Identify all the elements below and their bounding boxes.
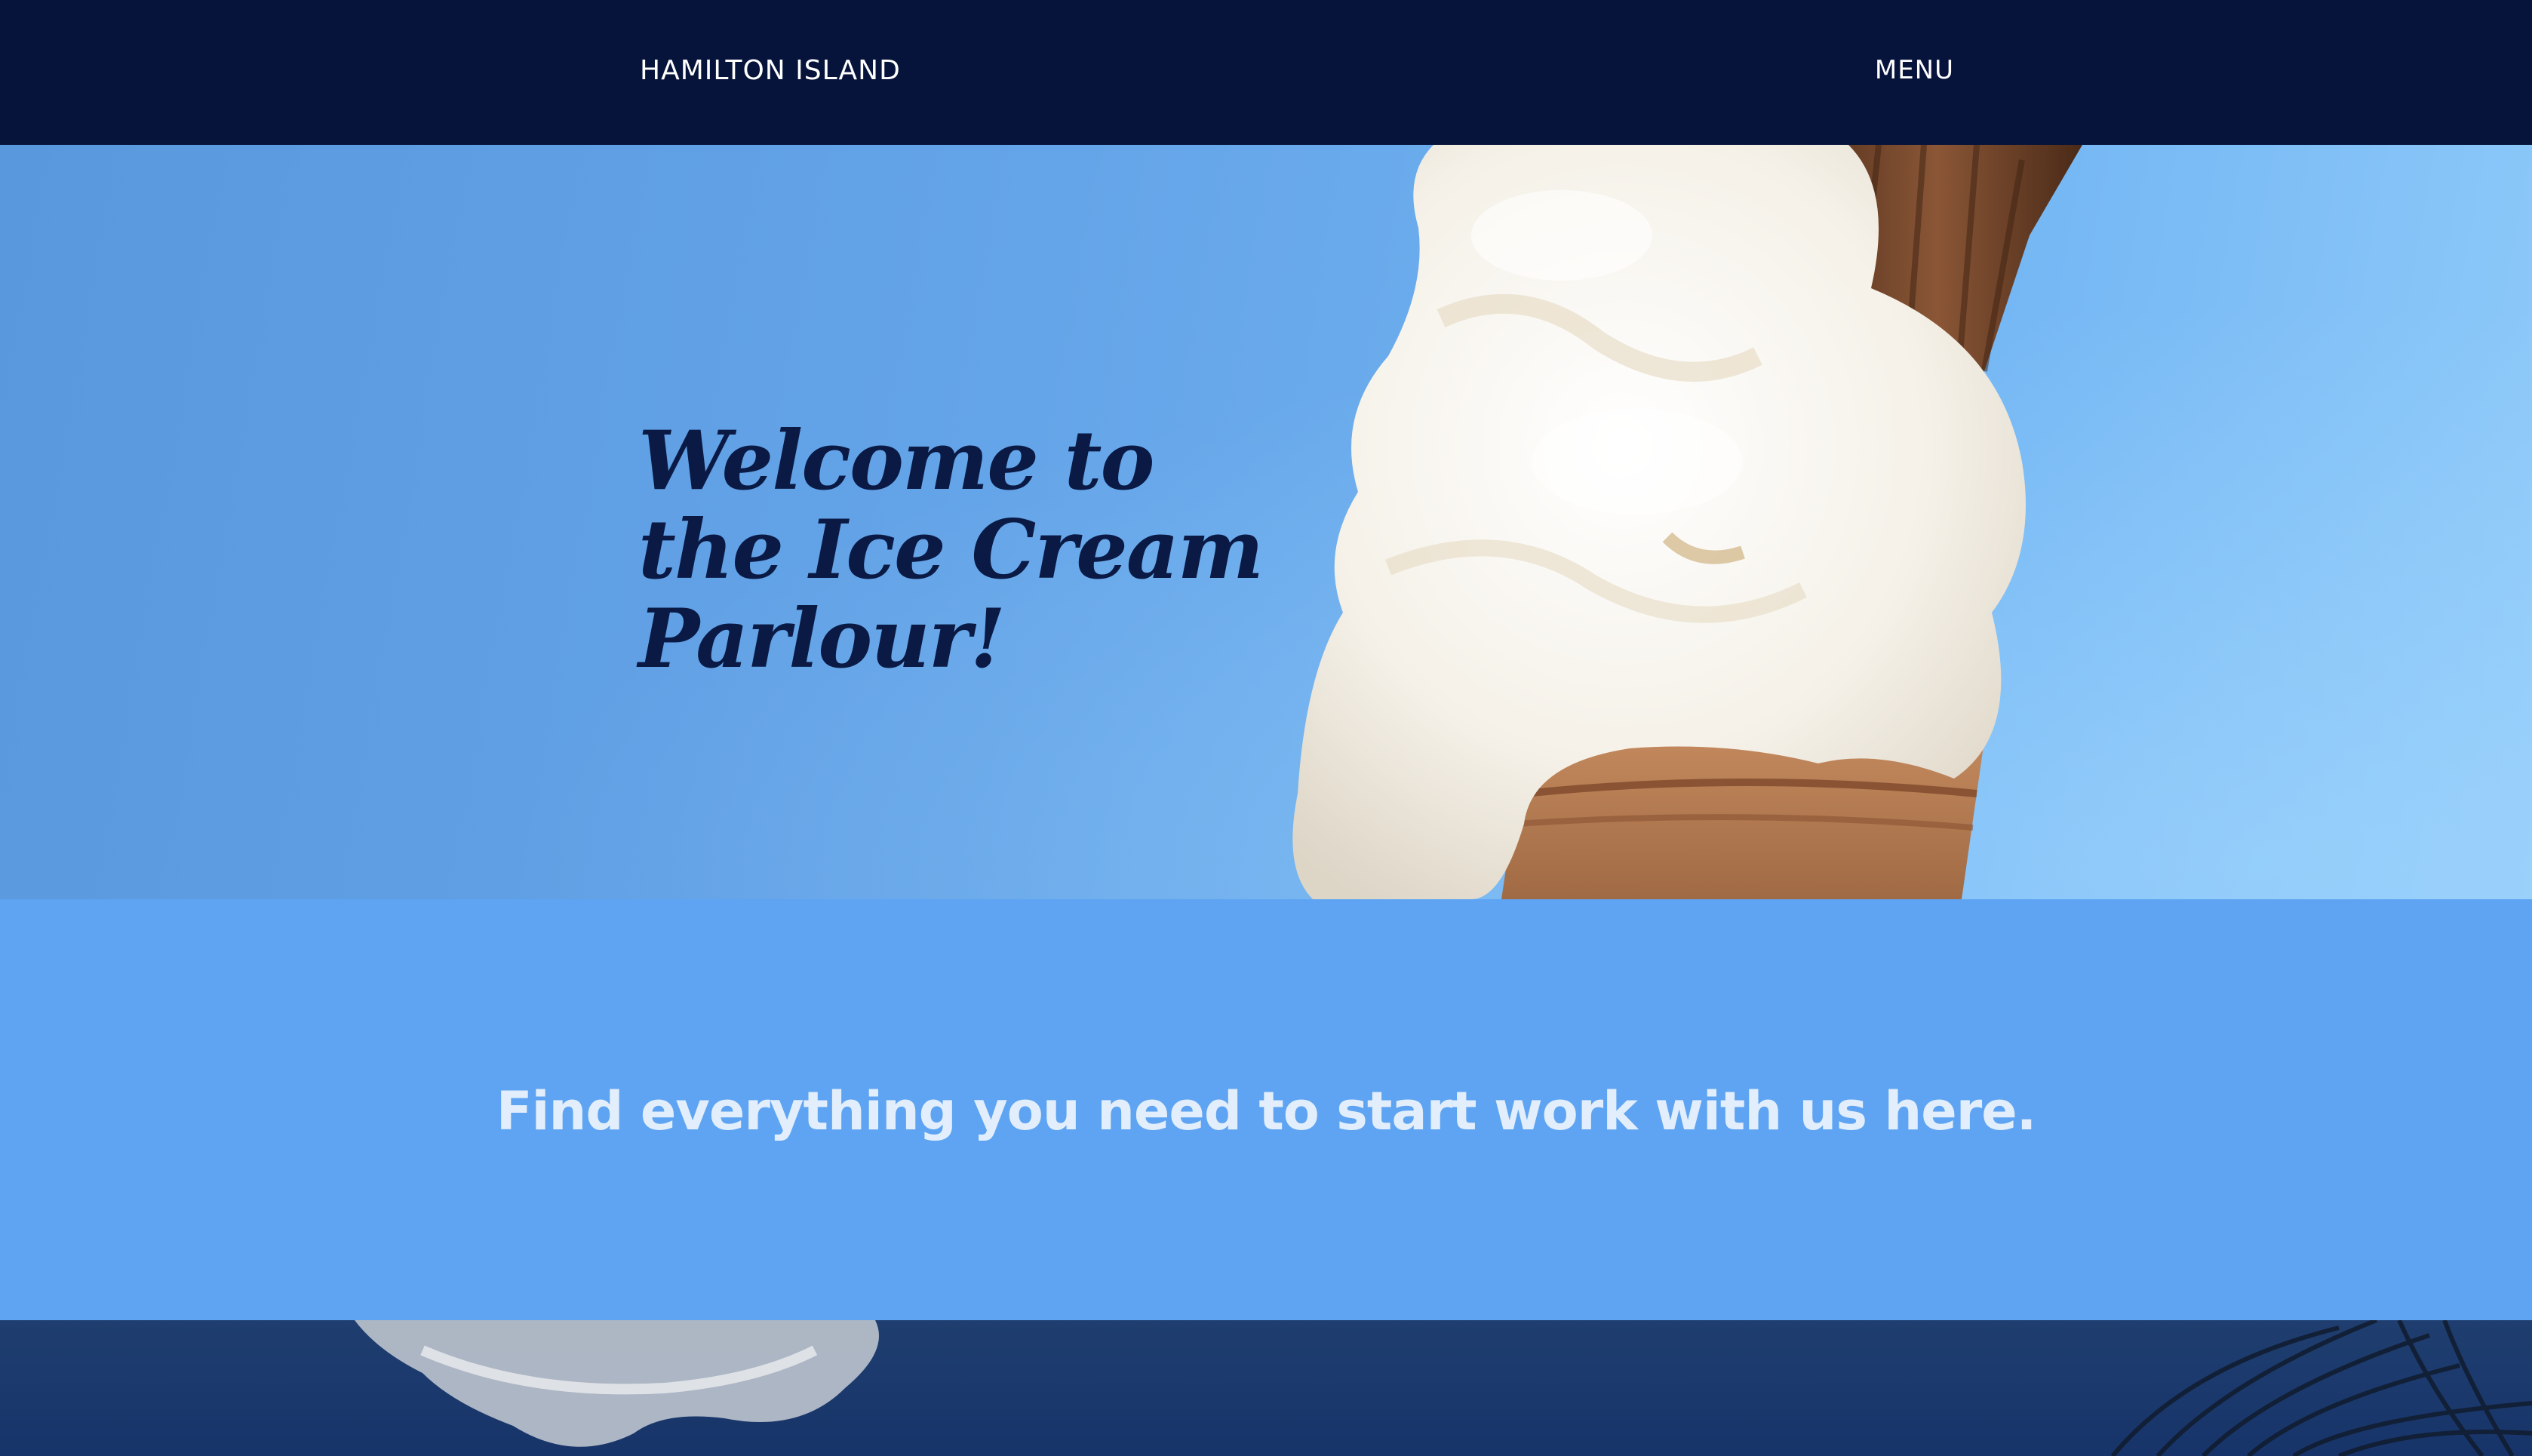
info-text: Find everything you need to start work w… bbox=[496, 1080, 2037, 1142]
site-header: HAMILTON ISLAND MENU bbox=[0, 0, 2532, 145]
hero-section: Welcome to the Ice Cream Parlour! bbox=[0, 145, 2532, 899]
hero-title: Welcome to the Ice Cream Parlour! bbox=[638, 413, 1264, 687]
ice-cream-cone-image bbox=[1292, 145, 2082, 899]
info-band: Find everything you need to start work w… bbox=[0, 899, 2532, 1320]
menu-button[interactable]: MENU bbox=[1875, 55, 1954, 85]
bottom-section bbox=[0, 1320, 2532, 1456]
sky-clouds-palm-image bbox=[355, 1320, 2532, 1456]
site-brand-link[interactable]: HAMILTON ISLAND bbox=[640, 55, 901, 86]
